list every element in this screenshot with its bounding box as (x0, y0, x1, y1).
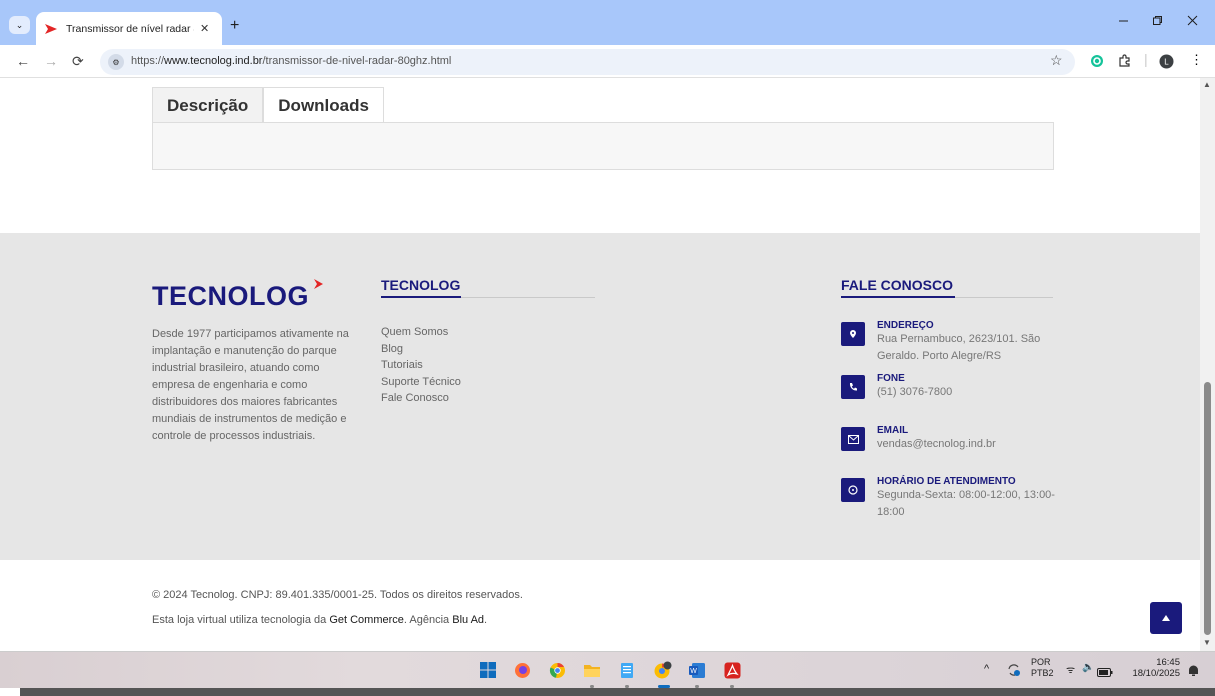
footer-links-underline (381, 296, 595, 298)
hours-title: HORÁRIO DE ATENDIMENTO (877, 476, 1016, 487)
forward-arrow-icon[interactable]: → (44, 53, 58, 69)
profile-avatar[interactable]: L (1159, 54, 1174, 74)
envelope-icon (841, 427, 865, 451)
reload-icon[interactable]: ⟳ (72, 53, 84, 70)
chrome-icon[interactable] (547, 660, 567, 680)
phone-text[interactable]: (51) 3076-7800 (877, 384, 1055, 401)
address-title: ENDEREÇO (877, 320, 934, 331)
logo-chevron-icon (312, 277, 324, 295)
close-window-icon[interactable] (1187, 14, 1198, 29)
sync-status-icon[interactable] (1004, 660, 1024, 680)
notepad-icon[interactable] (617, 660, 637, 680)
acrobat-icon[interactable] (722, 660, 742, 680)
page-viewport: Descrição Downloads TECNOLOG Desde 1977 … (0, 78, 1200, 651)
footer-link-tutoriais[interactable]: Tutoriais (381, 357, 461, 374)
minimize-icon[interactable] (1118, 14, 1129, 29)
back-to-top-button[interactable] (1150, 602, 1182, 634)
browser-toolbar: ← → ⟳ ⚙ https://www.tecnolog.ind.br/tran… (0, 45, 1215, 78)
extensions-puzzle-icon[interactable] (1118, 54, 1132, 73)
tab-descricao[interactable]: Descrição (152, 87, 264, 123)
bookmark-star-icon[interactable]: ☆ (1050, 52, 1063, 69)
svg-text:W: W (690, 668, 697, 675)
tab-search-button[interactable]: ⌄ (9, 16, 30, 34)
windows-taskbar: W ^ POR PTB2 ᯤ 🔈 16:45 18/10/2025 (0, 651, 1215, 688)
clock-icon (841, 478, 865, 502)
footer-link-suporte-tecnico[interactable]: Suporte Técnico (381, 374, 461, 391)
battery-icon[interactable] (1095, 662, 1115, 682)
screen-bottom-edge (20, 688, 1215, 696)
restore-icon[interactable] (1152, 14, 1163, 29)
map-pin-icon (841, 322, 865, 346)
tab-close-icon[interactable]: ✕ (200, 22, 209, 35)
toolbar-separator: | (1144, 51, 1148, 67)
footer-links-heading: TECNOLOG (381, 277, 461, 293)
hours-text: Segunda-Sexta: 08:00-12:00, 13:00-18:00 (877, 489, 1055, 518)
chevron-down-icon: ⌄ (15, 19, 24, 30)
scroll-up-arrow-icon[interactable]: ▲ (1203, 80, 1211, 89)
notifications-icon[interactable] (1183, 660, 1203, 680)
footer-about-text: Desde 1977 participamos ativamente na im… (152, 328, 349, 442)
input-language-indicator[interactable]: POR PTB2 (1031, 657, 1054, 679)
copyright-text: © 2024 Tecnolog. CNPJ: 89.401.335/0001-2… (152, 589, 523, 601)
platform-credits: Esta loja virtual utiliza tecnologia da … (152, 614, 488, 626)
address-bar[interactable]: ⚙ https://www.tecnolog.ind.br/transmisso… (100, 49, 1075, 75)
footer-link-fale-conosco[interactable]: Fale Conosco (381, 390, 461, 407)
arrow-up-icon (1162, 615, 1170, 621)
product-tabs: Descrição Downloads (152, 87, 384, 123)
browser-menu-icon[interactable]: ⋮ (1190, 52, 1203, 68)
wifi-icon[interactable]: ᯤ (1066, 662, 1075, 676)
get-commerce-link[interactable]: Get Commerce (329, 614, 404, 626)
volume-icon[interactable]: 🔈 (1082, 662, 1094, 673)
back-arrow-icon[interactable]: ← (16, 53, 30, 69)
tab-title: Transmissor de nível radar 80GHz (66, 22, 194, 35)
url-text[interactable]: https://www.tecnolog.ind.br/transmissor-… (131, 55, 451, 67)
site-settings-icon[interactable]: ⚙ (108, 54, 124, 70)
browser-window: ⌄ Transmissor de nível radar 80GHz ✕ + ←… (0, 0, 1215, 696)
email-text[interactable]: vendas@tecnolog.ind.br (877, 436, 1055, 453)
tecnolog-favicon-icon (44, 22, 58, 36)
address-text: Rua Pernambuco, 2623/101. São Geraldo. P… (877, 333, 1041, 362)
footer-contact-heading: FALE CONOSCO (841, 277, 954, 293)
email-title: EMAIL (877, 425, 909, 436)
new-tab-button[interactable]: + (230, 17, 239, 35)
scroll-down-arrow-icon[interactable]: ▼ (1203, 638, 1211, 647)
scroll-thumb[interactable] (1204, 382, 1211, 635)
page-scrollbar[interactable]: ▲ ▼ (1200, 78, 1215, 651)
tab-panel (152, 122, 1054, 170)
footer-link-quem-somos[interactable]: Quem Somos (381, 324, 461, 341)
phone-icon (841, 375, 865, 399)
blu-ad-link[interactable]: Blu Ad (452, 614, 484, 626)
windows-start-icon[interactable] (478, 660, 498, 680)
clock[interactable]: 16:45 18/10/2025 (1128, 657, 1180, 679)
extension-grammarly-icon[interactable] (1090, 54, 1104, 73)
site-footer: TECNOLOG Desde 1977 participamos ativame… (0, 233, 1200, 560)
phone-title: FONE (877, 373, 905, 384)
firefox-icon[interactable] (512, 660, 532, 680)
word-icon[interactable]: W (687, 660, 707, 680)
browser-tab[interactable]: Transmissor de nível radar 80GHz ✕ (36, 12, 222, 45)
file-explorer-icon[interactable] (582, 660, 602, 680)
chrome-profile-icon[interactable] (652, 660, 672, 680)
tab-downloads[interactable]: Downloads (263, 87, 384, 123)
footer-links: Quem Somos Blog Tutoriais Suporte Técnic… (381, 324, 461, 407)
footer-logo[interactable]: TECNOLOG (152, 281, 309, 312)
svg-text:L: L (1164, 58, 1169, 67)
tab-strip: ⌄ Transmissor de nível radar 80GHz ✕ + (0, 0, 1215, 45)
tray-overflow-chevron-icon[interactable]: ^ (984, 663, 989, 675)
footer-link-blog[interactable]: Blog (381, 341, 461, 358)
footer-contact-underline (841, 296, 1053, 298)
